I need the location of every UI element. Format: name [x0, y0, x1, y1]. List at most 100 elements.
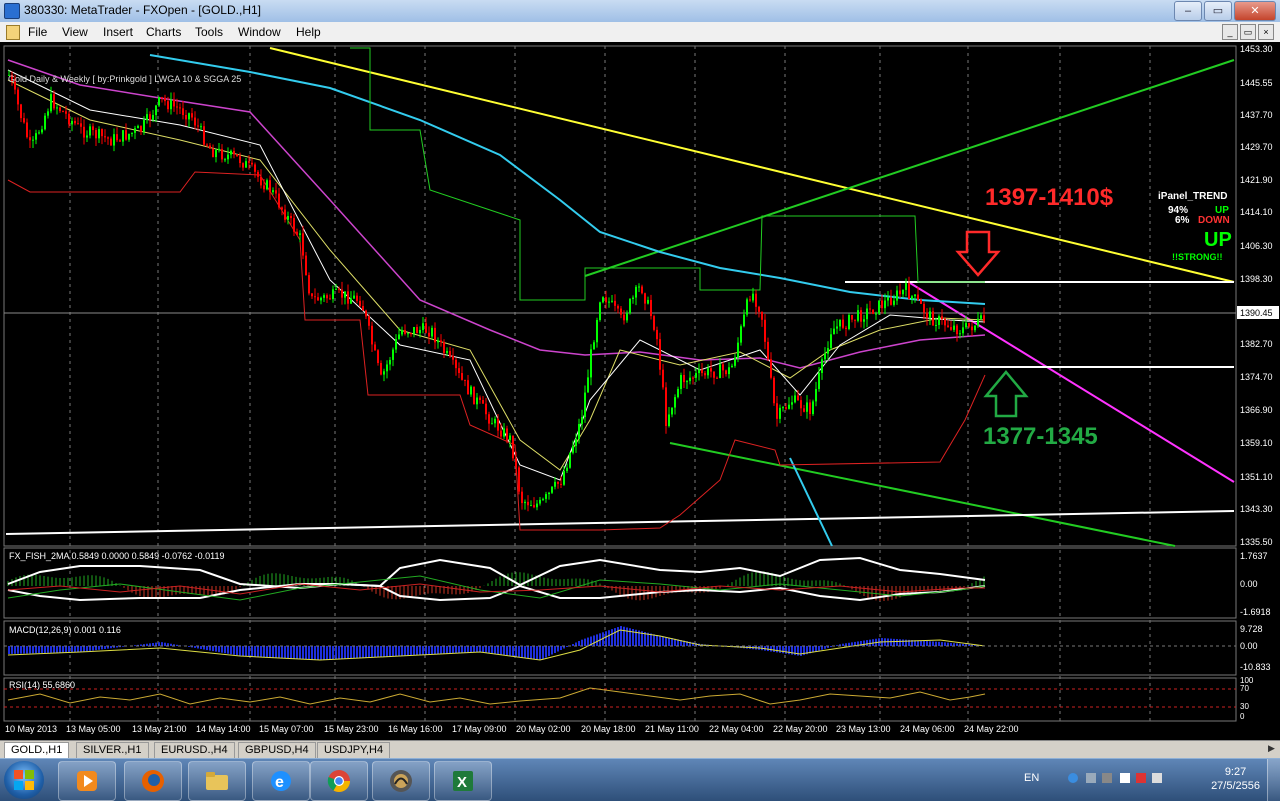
- network-icon[interactable]: [1102, 773, 1112, 783]
- menu-window[interactable]: Window: [238, 25, 281, 39]
- macd-bar: [356, 646, 358, 658]
- taskbar-metatrader[interactable]: [372, 761, 430, 801]
- macd-bar: [275, 646, 277, 658]
- chart-doc-icon[interactable]: [6, 25, 20, 40]
- macd-bar: [821, 646, 823, 650]
- candle-body: [965, 323, 967, 327]
- flag-icon[interactable]: [1120, 773, 1130, 783]
- candle-body: [116, 134, 118, 140]
- mdi-close-button[interactable]: ×: [1258, 24, 1274, 40]
- start-button[interactable]: [4, 761, 44, 799]
- price-tick: 1453.30: [1240, 44, 1273, 54]
- macd-bar: [380, 646, 382, 657]
- macd-bar: [668, 638, 670, 646]
- macd-bar: [296, 646, 298, 659]
- candle-body: [899, 290, 901, 294]
- macd-bar: [83, 646, 85, 652]
- macd-bar: [506, 646, 508, 655]
- network-error-icon[interactable]: [1136, 773, 1146, 783]
- candle-body: [410, 333, 412, 334]
- candle-body: [131, 133, 133, 134]
- chart-canvas[interactable]: 1453.30 1445.55 1437.70 1429.70 1421.90 …: [0, 42, 1280, 740]
- taskbar-excel[interactable]: X: [434, 761, 492, 801]
- tab-gbpusd-h4[interactable]: GBPUSD,H4: [238, 742, 316, 759]
- tab-eurusd-h4[interactable]: EURUSD.,H4: [154, 742, 235, 759]
- candle-body: [728, 367, 730, 374]
- maximize-button[interactable]: ▭: [1204, 1, 1232, 21]
- candle-body: [914, 295, 916, 297]
- candle-body: [392, 350, 394, 360]
- time-tick: 20 May 02:00: [516, 724, 571, 734]
- macd-bar: [212, 646, 214, 651]
- help-icon[interactable]: [1068, 773, 1078, 783]
- candle-body: [938, 316, 940, 325]
- candle-body: [218, 149, 220, 150]
- candle-body: [74, 121, 76, 123]
- menu-tools[interactable]: Tools: [195, 25, 223, 39]
- clock[interactable]: 9:27 27/5/2556: [1211, 765, 1260, 793]
- show-desktop-button[interactable]: [1267, 759, 1280, 801]
- taskbar-firefox[interactable]: [124, 761, 182, 801]
- candle-body: [155, 106, 157, 116]
- mouse-icon[interactable]: [1086, 773, 1096, 783]
- time-tick: 13 May 05:00: [66, 724, 121, 734]
- candle-body: [845, 328, 847, 329]
- mdi-minimize-button[interactable]: _: [1222, 24, 1238, 40]
- menu-view[interactable]: View: [62, 25, 88, 39]
- candle-body: [287, 216, 289, 220]
- taskbar-media-player[interactable]: [58, 761, 116, 801]
- mdi-restore-button[interactable]: ▭: [1240, 24, 1256, 40]
- resistance-annotation[interactable]: 1397-1410$: [985, 184, 1114, 211]
- macd-bar: [500, 646, 502, 655]
- candle-body: [107, 137, 109, 138]
- macd-bar: [317, 646, 319, 660]
- candle-body: [320, 298, 322, 301]
- menu-insert[interactable]: Insert: [103, 25, 133, 39]
- minimize-button[interactable]: –: [1174, 1, 1202, 21]
- candle-body: [17, 90, 19, 105]
- candle-body: [641, 286, 643, 293]
- menu-bar: File View Insert Charts Tools Window Hel…: [0, 22, 1280, 43]
- tab-scroll-right-icon[interactable]: ▶: [1268, 743, 1278, 755]
- candle-body: [284, 210, 286, 220]
- svg-text:e: e: [275, 774, 284, 791]
- tab-silver-h1[interactable]: SILVER.,H1: [76, 742, 149, 759]
- macd-bar: [893, 639, 895, 646]
- taskbar-ie[interactable]: e: [252, 761, 310, 801]
- macd-bar: [161, 642, 163, 646]
- macd-bar: [932, 641, 934, 646]
- close-button[interactable]: ✕: [1234, 1, 1276, 21]
- taskbar-explorer[interactable]: [188, 761, 246, 801]
- volume-icon[interactable]: [1152, 773, 1162, 783]
- macd-bar: [392, 646, 394, 656]
- candle-body: [221, 149, 223, 159]
- macd-bar: [74, 646, 76, 652]
- support-annotation[interactable]: 1377-1345: [983, 423, 1098, 450]
- macd-bar: [665, 637, 667, 646]
- candle-body: [920, 300, 922, 304]
- candle-body: [359, 301, 361, 306]
- candle-body: [158, 97, 160, 105]
- menu-charts[interactable]: Charts: [146, 25, 181, 39]
- macd-bar: [437, 646, 439, 654]
- system-tray: EN 9:27 27/5/2556: [1020, 759, 1280, 801]
- candle-body: [719, 364, 721, 378]
- menu-help[interactable]: Help: [296, 25, 321, 39]
- taskbar-chrome[interactable]: [310, 761, 368, 801]
- tab-gold-h1[interactable]: GOLD.,H1: [4, 742, 69, 759]
- macd-bar: [26, 646, 28, 654]
- candle-body: [305, 256, 307, 276]
- language-indicator[interactable]: EN: [1024, 772, 1039, 784]
- candle-body: [245, 161, 247, 167]
- macd-bar: [497, 646, 499, 654]
- menu-file[interactable]: File: [28, 25, 47, 39]
- macd-bar: [830, 646, 832, 647]
- macd-bar: [557, 646, 559, 652]
- tab-usdjpy-h4[interactable]: USDJPY,H4: [317, 742, 390, 759]
- candle-body: [896, 290, 898, 300]
- time-tick: 21 May 11:00: [645, 724, 699, 734]
- ipanel-strength: !!STRONG!!: [1172, 252, 1223, 262]
- candle-body: [596, 320, 598, 342]
- chart-window[interactable]: 1453.30 1445.55 1437.70 1429.70 1421.90 …: [0, 42, 1280, 740]
- macd-bar: [98, 646, 100, 650]
